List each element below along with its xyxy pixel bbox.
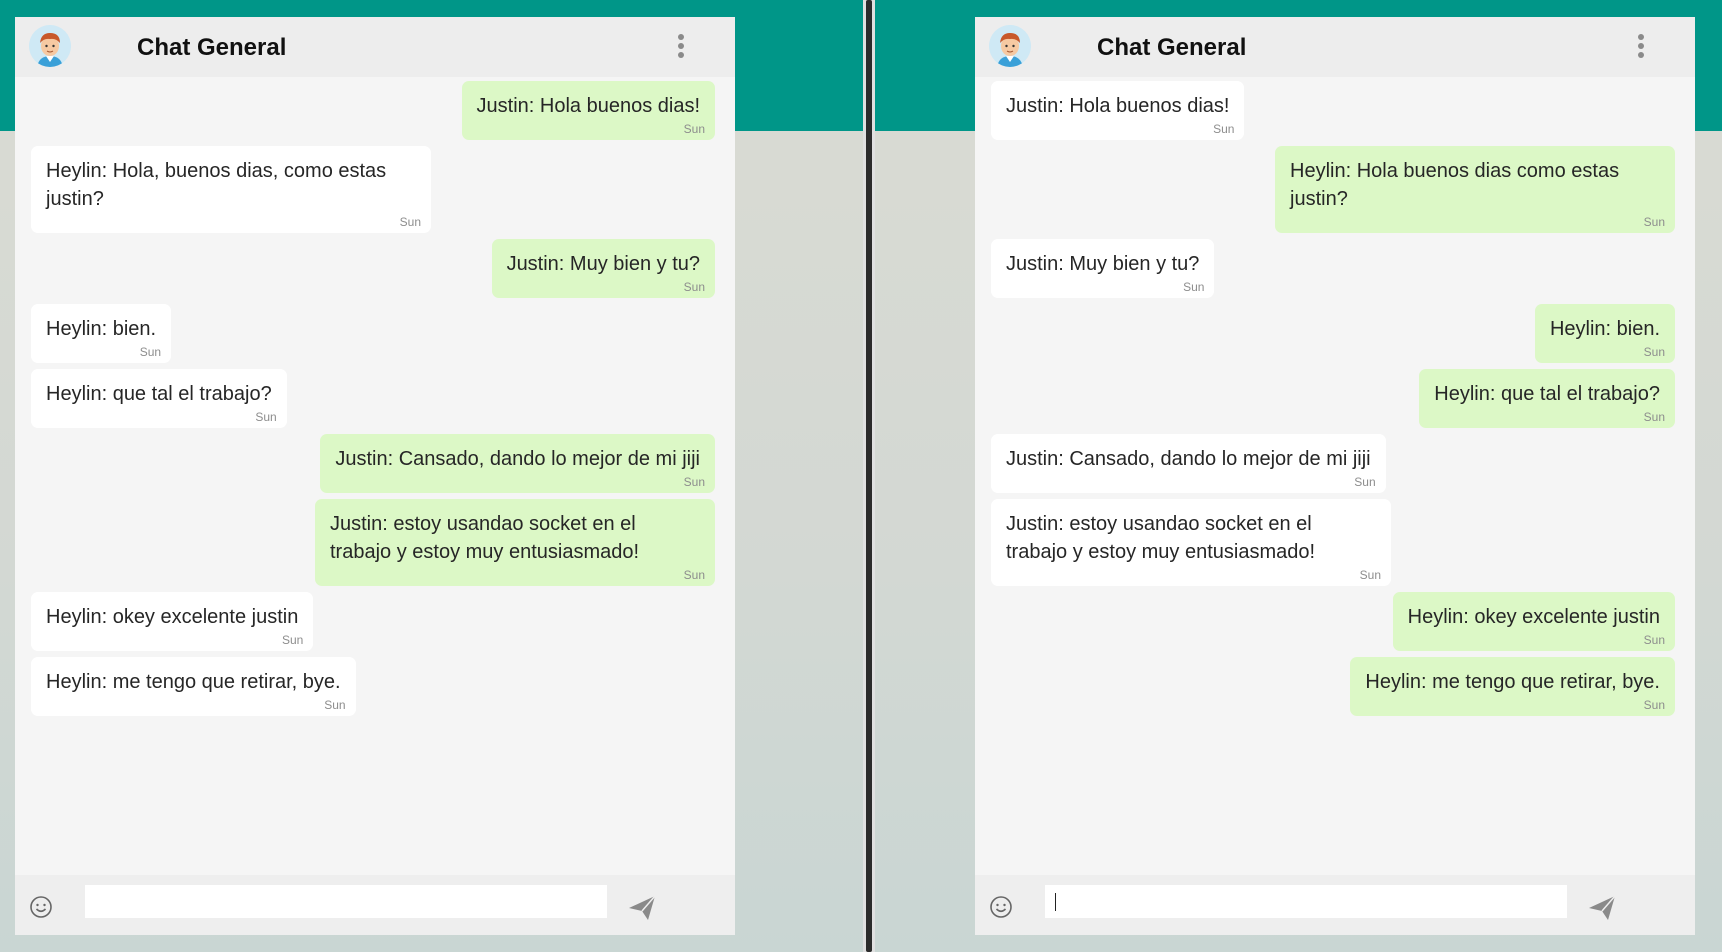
message-time: Sun <box>1359 568 1381 582</box>
message-text: Justin: Hola buenos dias! <box>1006 95 1230 117</box>
message-time: Sun <box>1643 215 1665 229</box>
message-time: Sun <box>683 280 705 294</box>
message-text: Heylin: Hola, buenos dias, como estas ju… <box>46 160 387 210</box>
message-input[interactable] <box>85 885 607 918</box>
left-window: Chat General Justin: Hola buenos dias! Su… <box>0 0 863 952</box>
message-text: Heylin: bien. <box>46 318 157 340</box>
message-time: Sun <box>1183 280 1205 294</box>
outgoing-message: Heylin: okey excelente justin Sun <box>1392 592 1675 651</box>
message-time: Sun <box>139 345 162 359</box>
message-text: Heylin: okey excelente justin <box>1407 606 1660 628</box>
incoming-message: Heylin: bien. Sun <box>31 304 172 363</box>
message-input[interactable] <box>1045 885 1567 918</box>
outgoing-message: Justin: Cansado, dando lo mejor de mi ji… <box>320 434 715 493</box>
smiley-icon[interactable] <box>29 895 53 919</box>
incoming-message: Justin: Hola buenos dias! Sun <box>991 81 1245 140</box>
message-text: Heylin: me tengo que retirar, bye. <box>46 671 341 693</box>
message-text: Heylin: que tal el trabajo? <box>46 383 272 405</box>
chat-panel: Chat General Justin: Hola buenos dias! Su… <box>975 17 1695 935</box>
more-vertical-icon[interactable] <box>677 34 685 58</box>
incoming-message: Justin: estoy usandao socket en el traba… <box>991 499 1391 586</box>
message-text: Justin: estoy usandao socket en el traba… <box>1006 513 1316 563</box>
message-time: Sun <box>683 122 705 136</box>
message-text: Heylin: okey excelente justin <box>46 606 299 628</box>
message-time: Sun <box>683 475 705 489</box>
message-list: Justin: Hola buenos dias! Sun Heylin: Hola… <box>15 77 735 875</box>
outgoing-message: Justin: Muy bien y tu? Sun <box>491 239 715 298</box>
outgoing-message: Heylin: bien. Sun <box>1534 304 1675 363</box>
outgoing-message: Justin: estoy usandao socket en el traba… <box>315 499 715 586</box>
message-time: Sun <box>1643 633 1665 647</box>
message-time: Sun <box>1643 345 1665 359</box>
message-text: Justin: Hola buenos dias! <box>476 95 700 117</box>
outgoing-message: Heylin: Hola buenos dias como estas just… <box>1275 146 1675 233</box>
message-time: Sun <box>282 633 304 647</box>
message-time: Sun <box>255 410 277 424</box>
right-window: Chat General Justin: Hola buenos dias! Su… <box>875 0 1722 952</box>
chat-title: Chat General <box>137 34 287 61</box>
user-avatar[interactable] <box>29 25 71 67</box>
chat-header: Chat General <box>15 17 735 77</box>
message-text: Justin: Cansado, dando lo mejor de mi ji… <box>335 448 700 470</box>
message-text: Justin: estoy usandao socket en el traba… <box>330 513 640 563</box>
outgoing-message: Justin: Hola buenos dias! Sun <box>461 81 715 140</box>
chat-header: Chat General <box>975 17 1695 77</box>
message-list: Justin: Hola buenos dias! Sun Heylin: Hola… <box>975 77 1695 875</box>
message-text: Justin: Cansado, dando lo mejor de mi ji… <box>1006 448 1371 470</box>
message-time: Sun <box>1643 410 1665 424</box>
chat-panel: Chat General Justin: Hola buenos dias! Su… <box>15 17 735 935</box>
outgoing-message: Heylin: me tengo que retirar, bye. Sun <box>1350 657 1675 716</box>
message-text: Heylin: me tengo que retirar, bye. <box>1365 671 1660 693</box>
incoming-message: Justin: Cansado, dando lo mejor de mi ji… <box>991 434 1386 493</box>
user-avatar[interactable] <box>989 25 1031 67</box>
window-divider <box>863 0 875 952</box>
outgoing-message: Heylin: que tal el trabajo? Sun <box>1419 369 1675 428</box>
message-text: Heylin: que tal el trabajo? <box>1434 383 1660 405</box>
incoming-message: Heylin: me tengo que retirar, bye. Sun <box>31 657 356 716</box>
incoming-message: Justin: Muy bien y tu? Sun <box>991 239 1215 298</box>
message-time: Sun <box>324 698 346 712</box>
more-vertical-icon[interactable] <box>1637 34 1645 58</box>
incoming-message: Heylin: okey excelente justin Sun <box>31 592 314 651</box>
incoming-message: Heylin: que tal el trabajo? Sun <box>31 369 287 428</box>
message-time: Sun <box>399 215 421 229</box>
chat-title: Chat General <box>1097 34 1247 61</box>
composer-bar <box>15 875 735 935</box>
send-icon[interactable] <box>1587 893 1617 923</box>
message-text: Justin: Muy bien y tu? <box>1006 253 1200 275</box>
message-time: Sun <box>1354 475 1376 489</box>
message-text: Heylin: bien. <box>1549 318 1660 340</box>
message-time: Sun <box>683 568 705 582</box>
text-cursor <box>1055 893 1056 911</box>
send-icon[interactable] <box>627 893 657 923</box>
message-text: Heylin: Hola buenos dias como estas just… <box>1290 160 1620 210</box>
message-text: Justin: Muy bien y tu? <box>506 253 700 275</box>
message-time: Sun <box>1643 698 1665 712</box>
composer-bar <box>975 875 1695 935</box>
incoming-message: Heylin: Hola, buenos dias, como estas ju… <box>31 146 431 233</box>
message-time: Sun <box>1213 122 1235 136</box>
smiley-icon[interactable] <box>989 895 1013 919</box>
